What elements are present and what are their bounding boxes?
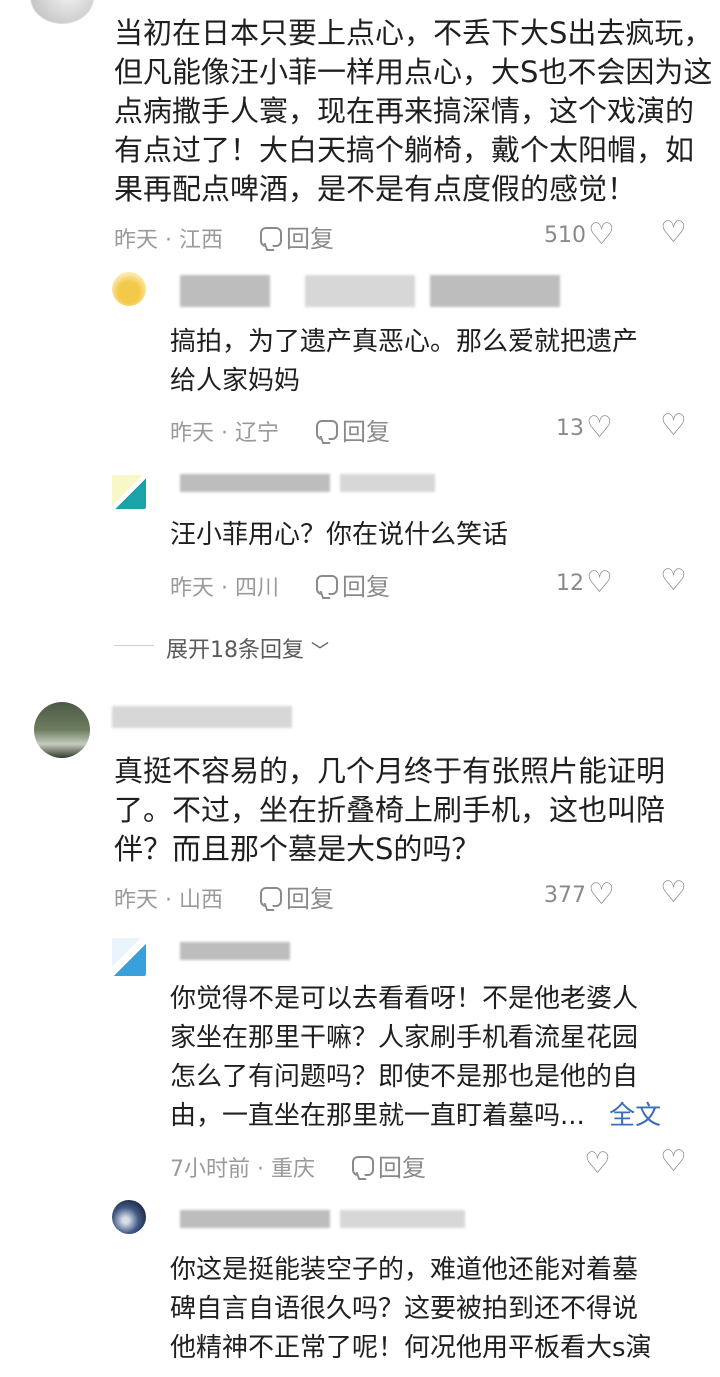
- like-button[interactable]: 377 ♡: [544, 880, 615, 910]
- username-redacted: [180, 1210, 330, 1228]
- reply-button[interactable]: 回复: [352, 1148, 426, 1183]
- broken-heart-icon[interactable]: ♡: [660, 1147, 687, 1177]
- reply-text-line: 由，一直坐在那里就一直盯着墓吗... 全文: [170, 1097, 661, 1136]
- heart-outline-icon: ♡: [584, 1146, 611, 1181]
- reply-text-line: 他精神不正常了呢！何况他用平板看大s演: [170, 1333, 652, 1363]
- reply-text: 由，一直坐在那里就一直盯着墓吗...: [170, 1101, 585, 1131]
- divider: [114, 645, 154, 646]
- comment-text-line: 果再配点啤酒，是不是有点度假的感觉！: [114, 172, 637, 206]
- username-redacted: [112, 706, 292, 728]
- reply-meta: 昨天 · 四川: [170, 576, 279, 601]
- reply-button[interactable]: 回复: [316, 567, 390, 602]
- reply-button[interactable]: 回复: [316, 412, 390, 447]
- reply-label: 回复: [286, 885, 334, 913]
- heart-outline-icon: ♡: [586, 410, 613, 445]
- comment-text-line: 了。不过，坐在折叠椅上刷手机，这也叫陪: [114, 793, 666, 827]
- reply-text-line: 你觉得不是可以去看看呀！不是他老婆人: [170, 984, 639, 1014]
- broken-heart-icon[interactable]: ♡: [660, 218, 687, 248]
- avatar[interactable]: [112, 938, 146, 976]
- like-count: 12: [556, 570, 584, 596]
- like-count: 13: [556, 415, 584, 441]
- like-count: 510: [544, 222, 586, 248]
- comment-meta: 昨天 · 江西: [114, 228, 223, 253]
- heart-outline-icon: ♡: [586, 565, 613, 600]
- reply-text-line: 碑自言自语很久吗？这要被拍到还不得说: [170, 1294, 639, 1324]
- reply-label: 回复: [342, 573, 390, 601]
- reply-text-line: 汪小菲用心？你在说什么笑话: [170, 520, 509, 550]
- reply-text-line: 怎么了有问题吗？即使不是那也是他的自: [170, 1062, 639, 1092]
- broken-heart-icon[interactable]: ♡: [660, 878, 687, 908]
- expand-replies-button[interactable]: 展开18条回复 ﹀: [166, 632, 329, 664]
- broken-heart-icon[interactable]: ♡: [660, 411, 687, 441]
- comment-bubble-icon: [316, 574, 338, 595]
- comment-bubble-icon: [316, 419, 338, 440]
- reply-text-line: 家坐在那里干嘛？人家刷手机看流星花园: [170, 1023, 639, 1053]
- username-redacted: [305, 275, 415, 307]
- comment-bubble-icon: [260, 226, 282, 247]
- reply-label: 回复: [286, 225, 334, 253]
- reply-button[interactable]: 回复: [260, 219, 334, 254]
- username-redacted: [340, 474, 435, 492]
- reply-label: 回复: [342, 418, 390, 446]
- comment-text-line: 真挺不容易的，几个月终于有张照片能证明: [114, 754, 666, 788]
- comment-bubble-icon: [352, 1155, 374, 1176]
- reply-text-line: 给人家妈妈: [170, 366, 301, 396]
- heart-outline-icon: ♡: [588, 217, 615, 252]
- comment-text-line: 当初在日本只要上点心，不丢下大S出去疯玩，: [114, 16, 713, 50]
- like-button[interactable]: 12 ♡: [556, 568, 613, 598]
- broken-heart-icon[interactable]: ♡: [660, 566, 687, 596]
- avatar[interactable]: [112, 475, 146, 509]
- comment-text-line: 伴？而且那个墓是大S的吗？: [114, 832, 481, 866]
- reply-meta: 7小时前 · 重庆: [170, 1157, 315, 1182]
- chevron-down-icon: ﹀: [311, 641, 329, 662]
- reply-meta: 昨天 · 辽宁: [170, 421, 279, 446]
- avatar[interactable]: [34, 702, 90, 758]
- comment-bubble-icon: [260, 886, 282, 907]
- username-redacted: [180, 942, 290, 960]
- like-button[interactable]: 13 ♡: [556, 413, 613, 443]
- like-count: 377: [544, 882, 586, 908]
- comment-meta: 昨天 · 山西: [114, 888, 223, 913]
- reply-text-line: 你这是挺能装空子的，难道他还能对着墓: [170, 1255, 639, 1285]
- comment-text-line: 但凡能像汪小菲一样用点心，大S也不会因为这: [114, 55, 713, 89]
- username-redacted: [430, 275, 560, 307]
- username-redacted: [340, 1210, 465, 1228]
- expand-label: 展开18条回复: [166, 638, 304, 663]
- avatar[interactable]: [112, 1200, 146, 1234]
- reply-button[interactable]: 回复: [260, 879, 334, 914]
- comment-text-line: 点病撒手人寰，现在再来搞深情，这个戏演的: [114, 94, 695, 128]
- username-redacted: [180, 275, 270, 307]
- reply-label: 回复: [378, 1154, 426, 1182]
- avatar[interactable]: [112, 272, 146, 306]
- full-text-link[interactable]: 全文: [609, 1101, 661, 1131]
- reply-text-line: 搞拍，为了遗产真恶心。那么爱就把遗产: [170, 327, 639, 357]
- heart-outline-icon: ♡: [588, 877, 615, 912]
- like-button[interactable]: ♡: [584, 1149, 611, 1179]
- avatar[interactable]: [30, 0, 94, 24]
- comment-text-line: 有点过了！大白天搞个躺椅，戴个太阳帽，如: [114, 133, 695, 167]
- like-button[interactable]: 510 ♡: [544, 220, 615, 250]
- username-redacted: [180, 474, 330, 492]
